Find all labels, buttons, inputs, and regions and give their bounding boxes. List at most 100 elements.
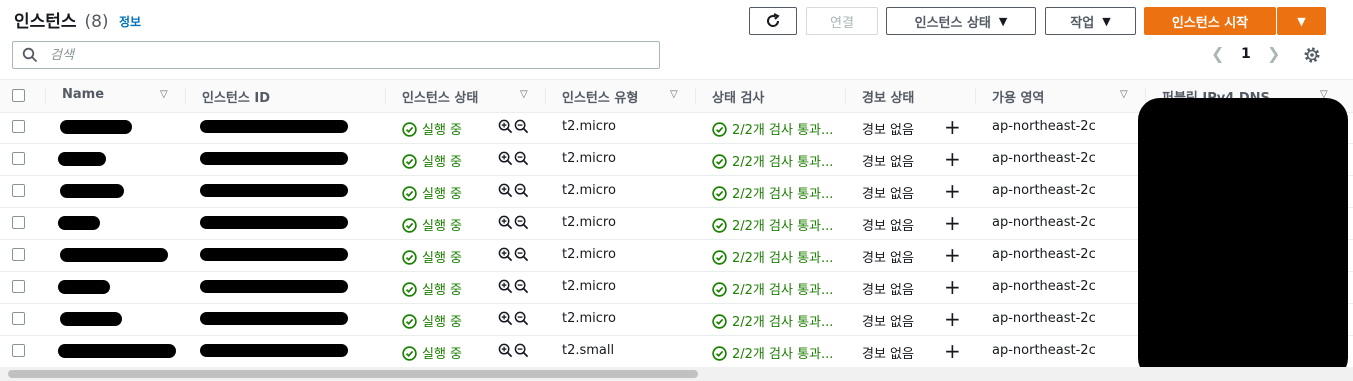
status-check[interactable]: 2/2개 검사 통과... bbox=[712, 151, 833, 170]
sort-icon[interactable]: ▽ bbox=[670, 89, 678, 100]
zoom-out-icon[interactable] bbox=[514, 151, 529, 166]
zoom-in-icon[interactable] bbox=[498, 247, 513, 262]
redacted-name bbox=[60, 312, 122, 326]
add-alarm-icon[interactable]: + bbox=[944, 147, 961, 171]
column-header-availability-zone[interactable]: 가용 영역 bbox=[992, 87, 1044, 106]
redacted-name bbox=[58, 344, 176, 358]
search-bar[interactable] bbox=[12, 41, 660, 69]
instance-state: 실행 중 bbox=[402, 215, 462, 234]
zoom-out-icon[interactable] bbox=[514, 215, 529, 230]
zoom-out-icon[interactable] bbox=[514, 183, 529, 198]
column-header-name[interactable]: Name bbox=[62, 87, 104, 102]
status-check-text: 2/2개 검사 통과... bbox=[732, 315, 834, 330]
status-check-text: 2/2개 검사 통과... bbox=[732, 155, 834, 170]
zoom-in-icon[interactable] bbox=[498, 343, 513, 358]
zoom-in-icon[interactable] bbox=[498, 183, 513, 198]
row-checkbox[interactable] bbox=[12, 152, 25, 165]
redacted-instance-id bbox=[200, 248, 348, 261]
settings-gear-icon[interactable] bbox=[1303, 46, 1321, 64]
running-status-icon bbox=[402, 314, 417, 329]
launch-options-button[interactable]: ▼ bbox=[1277, 7, 1326, 35]
redacted-name bbox=[60, 184, 124, 198]
zoom-in-icon[interactable] bbox=[498, 311, 513, 326]
redacted-instance-id bbox=[200, 184, 348, 197]
zoom-in-icon[interactable] bbox=[498, 119, 513, 134]
status-check[interactable]: 2/2개 검사 통과... bbox=[712, 343, 833, 362]
row-checkbox[interactable] bbox=[12, 184, 25, 197]
alarm-status: 경보 없음 bbox=[862, 123, 914, 138]
add-alarm-icon[interactable]: + bbox=[944, 339, 961, 363]
zoom-in-icon[interactable] bbox=[498, 151, 513, 166]
prev-page-icon[interactable]: ❮ bbox=[1211, 44, 1224, 63]
status-check[interactable]: 2/2개 검사 통과... bbox=[712, 311, 833, 330]
zoom-out-icon[interactable] bbox=[514, 119, 529, 134]
sort-icon[interactable]: ▽ bbox=[1120, 89, 1128, 100]
status-check-text: 2/2개 검사 통과... bbox=[732, 123, 834, 138]
sort-icon[interactable]: ▽ bbox=[160, 89, 168, 100]
check-passed-icon bbox=[712, 346, 727, 361]
zoom-out-icon[interactable] bbox=[514, 247, 529, 262]
search-input[interactable] bbox=[48, 46, 612, 64]
connect-button[interactable]: 연결 bbox=[806, 7, 878, 35]
column-header-instance-state[interactable]: 인스턴스 상태 bbox=[402, 87, 478, 106]
add-alarm-icon[interactable]: + bbox=[944, 243, 961, 267]
instance-state-text: 실행 중 bbox=[422, 123, 463, 138]
running-status-icon bbox=[402, 346, 417, 361]
status-check[interactable]: 2/2개 검사 통과... bbox=[712, 279, 833, 298]
row-checkbox[interactable] bbox=[12, 120, 25, 133]
add-alarm-icon[interactable]: + bbox=[944, 307, 961, 331]
row-checkbox[interactable] bbox=[12, 312, 25, 325]
status-check[interactable]: 2/2개 검사 통과... bbox=[712, 183, 833, 202]
launch-instances-button[interactable]: 인스턴스 시작 bbox=[1144, 7, 1276, 35]
zoom-out-icon[interactable] bbox=[514, 343, 529, 358]
availability-zone: ap-northeast-2c bbox=[992, 215, 1096, 230]
status-check[interactable]: 2/2개 검사 통과... bbox=[712, 215, 833, 234]
info-link[interactable]: 정보 bbox=[119, 13, 141, 30]
redacted-instance-id bbox=[200, 152, 348, 165]
instance-type: t2.micro bbox=[562, 183, 616, 198]
instance-state-button[interactable]: 인스턴스 상태 ▼ bbox=[886, 7, 1036, 35]
row-checkbox[interactable] bbox=[12, 216, 25, 229]
column-header-alarm-status[interactable]: 경보 상태 bbox=[862, 87, 914, 106]
alarm-status: 경보 없음 bbox=[862, 187, 914, 202]
running-status-icon bbox=[402, 154, 417, 169]
sort-icon[interactable]: ▽ bbox=[520, 89, 528, 100]
page-number[interactable]: 1 bbox=[1241, 46, 1251, 62]
column-header-status-check[interactable]: 상태 검사 bbox=[712, 87, 764, 106]
status-check-text: 2/2개 검사 통과... bbox=[732, 283, 834, 298]
row-checkbox[interactable] bbox=[12, 248, 25, 261]
status-check-text: 2/2개 검사 통과... bbox=[732, 187, 834, 202]
row-checkbox[interactable] bbox=[12, 280, 25, 293]
zoom-out-icon[interactable] bbox=[514, 311, 529, 326]
next-page-icon[interactable]: ❯ bbox=[1267, 44, 1280, 63]
actions-button[interactable]: 작업 ▼ bbox=[1045, 7, 1136, 35]
redacted-name bbox=[58, 280, 110, 294]
refresh-button[interactable] bbox=[749, 7, 797, 35]
page-header: 인스턴스 (8) 정보 연결 인스턴스 상태 ▼ 작업 ▼ 인스턴스 시작 ▼ bbox=[0, 0, 1353, 42]
availability-zone: ap-northeast-2c bbox=[992, 247, 1096, 262]
scrollbar-thumb[interactable] bbox=[8, 370, 698, 378]
zoom-out-icon[interactable] bbox=[514, 279, 529, 294]
running-status-icon bbox=[402, 282, 417, 297]
add-alarm-icon[interactable]: + bbox=[944, 211, 961, 235]
horizontal-scrollbar[interactable] bbox=[0, 367, 1353, 381]
add-alarm-icon[interactable]: + bbox=[944, 275, 961, 299]
zoom-in-icon[interactable] bbox=[498, 279, 513, 294]
instance-count: (8) bbox=[84, 12, 109, 32]
redacted-instance-id bbox=[200, 120, 348, 133]
status-check-text: 2/2개 검사 통과... bbox=[732, 251, 834, 266]
column-header-instance-id[interactable]: 인스턴스 ID bbox=[202, 87, 270, 106]
status-check[interactable]: 2/2개 검사 통과... bbox=[712, 247, 833, 266]
column-divider bbox=[545, 88, 546, 104]
column-header-instance-type[interactable]: 인스턴스 유형 bbox=[562, 87, 638, 106]
select-all-checkbox[interactable] bbox=[12, 89, 25, 102]
availability-zone: ap-northeast-2c bbox=[992, 279, 1096, 294]
redacted-instance-id bbox=[200, 312, 348, 325]
add-alarm-icon[interactable]: + bbox=[944, 179, 961, 203]
zoom-in-icon[interactable] bbox=[498, 215, 513, 230]
add-alarm-icon[interactable]: + bbox=[944, 115, 961, 139]
alarm-status: 경보 없음 bbox=[862, 155, 914, 170]
column-divider bbox=[845, 88, 846, 104]
row-checkbox[interactable] bbox=[12, 344, 25, 357]
status-check[interactable]: 2/2개 검사 통과... bbox=[712, 119, 833, 138]
